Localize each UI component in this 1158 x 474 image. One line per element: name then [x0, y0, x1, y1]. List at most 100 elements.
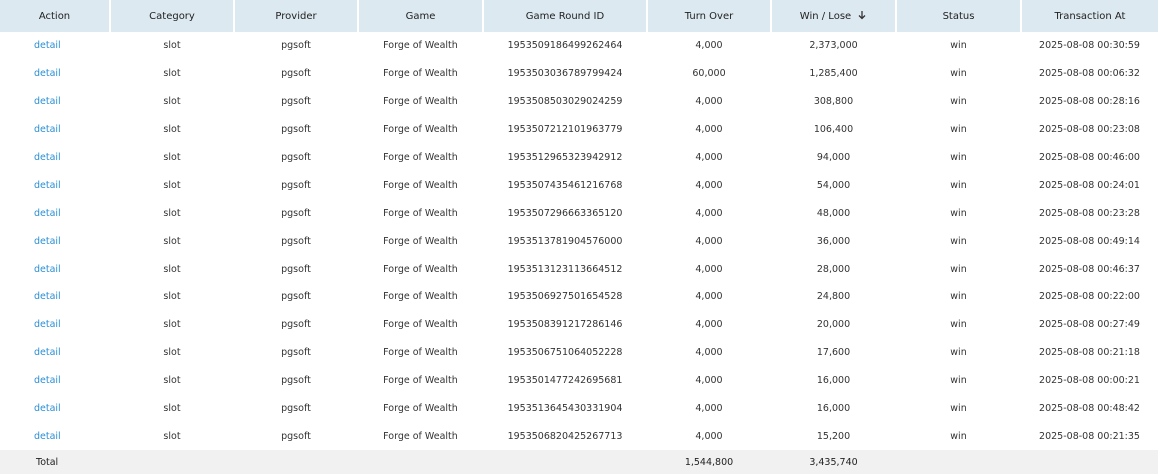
cell-transaction-at: 2025-08-08 00:28:16 [1039, 96, 1140, 108]
table-row: detail slot pgsoft Forge of Wealth 195350839… [0, 311, 1158, 339]
cell-action: detail [0, 422, 110, 450]
detail-link[interactable]: detail [34, 68, 61, 79]
detail-link[interactable]: detail [34, 431, 61, 442]
cell-turn-over: 4,000 [695, 124, 723, 136]
cell-transaction-at: 2025-08-08 00:30:59 [1039, 40, 1140, 52]
cell-action: detail [0, 116, 110, 144]
column-header-turn-over[interactable]: Turn Over [647, 0, 772, 32]
cell-round-id: 1953509186499262464 [507, 40, 623, 52]
cell-transaction-at: 2025-08-08 00:06:32 [1039, 68, 1140, 80]
detail-link[interactable]: detail [34, 180, 61, 191]
cell-game: Forge of Wealth [383, 152, 458, 163]
detail-link[interactable]: detail [34, 124, 61, 135]
cell-game: Forge of Wealth [383, 207, 458, 219]
detail-link[interactable]: detail [34, 347, 61, 358]
cell-provider: pgsoft [281, 207, 311, 219]
cell-provider: pgsoft [281, 40, 311, 52]
table-row: detail slot pgsoft Forge of Wealth 195350729… [0, 199, 1158, 227]
cell-provider: pgsoft [281, 235, 311, 247]
column-header-category[interactable]: Category [110, 0, 235, 32]
cell-win-lose: 20,000 [816, 319, 851, 331]
detail-link[interactable]: detail [34, 40, 61, 51]
detail-link[interactable]: detail [34, 403, 61, 414]
cell-transaction-at: 2025-08-08 00:21:18 [1039, 347, 1140, 359]
table-row: detail slot pgsoft Forge of Wealth 195350675… [0, 339, 1158, 367]
cell-turn-over: 4,000 [695, 179, 723, 191]
cell-win-lose: 1,285,400 [809, 68, 858, 80]
cell-action: detail [0, 199, 110, 227]
arrow-down-icon[interactable] [857, 10, 867, 20]
cell-turn-over: 4,000 [695, 403, 723, 415]
cell-turn-over: 4,000 [695, 40, 723, 52]
table-row: detail slot pgsoft Forge of Wealth 195350147… [0, 367, 1158, 395]
cell-game: Forge of Wealth [383, 235, 458, 247]
cell-game: Forge of Wealth [383, 179, 458, 191]
cell-action: detail [0, 144, 110, 172]
cell-round-id: 1953513645430331904 [507, 403, 623, 415]
cell-status: win [950, 152, 967, 163]
cell-win-lose: 24,800 [816, 291, 851, 303]
column-header-round-id[interactable]: Game Round ID [483, 0, 648, 32]
table-row: detail slot pgsoft Forge of Wealth 195351296… [0, 144, 1158, 172]
cell-provider: pgsoft [281, 375, 311, 387]
cell-game: Forge of Wealth [383, 263, 458, 275]
table-body: detail slot pgsoft Forge of Wealth 195350918… [0, 32, 1158, 450]
cell-transaction-at: 2025-08-08 00:46:00 [1039, 152, 1140, 163]
cell-turn-over: 4,000 [695, 96, 723, 108]
total-row: Total 1,544,800 3,435,740 [0, 450, 1158, 474]
cell-status: win [950, 40, 967, 52]
cell-turn-over: 4,000 [695, 430, 723, 442]
cell-category: slot [163, 68, 181, 80]
cell-transaction-at: 2025-08-08 00:48:42 [1039, 403, 1140, 415]
cell-category: slot [163, 347, 181, 359]
cell-status: win [950, 68, 967, 80]
detail-link[interactable]: detail [34, 152, 61, 163]
detail-link[interactable]: detail [34, 264, 61, 275]
cell-provider: pgsoft [281, 179, 311, 191]
table-row: detail slot pgsoft Forge of Wealth 195350682… [0, 422, 1158, 450]
cell-round-id: 1953507296663365120 [507, 207, 623, 219]
cell-win-lose: 28,000 [816, 263, 851, 275]
cell-status: win [950, 235, 967, 247]
table-row: detail slot pgsoft Forge of Wealth 195351364… [0, 395, 1158, 423]
detail-link[interactable]: detail [34, 319, 61, 330]
cell-transaction-at: 2025-08-08 00:49:14 [1039, 235, 1140, 247]
detail-link[interactable]: detail [34, 208, 61, 219]
cell-status: win [950, 124, 967, 136]
cell-status: win [950, 430, 967, 442]
cell-category: slot [163, 291, 181, 303]
cell-status: win [950, 347, 967, 359]
cell-status: win [950, 263, 967, 275]
table-row: detail slot pgsoft Forge of Wealth 195350303… [0, 60, 1158, 88]
detail-link[interactable]: detail [34, 96, 61, 107]
detail-link[interactable]: detail [34, 236, 61, 247]
cell-win-lose: 16,000 [816, 375, 851, 387]
column-header-game[interactable]: Game [358, 0, 484, 32]
cell-round-id: 1953507435461216768 [507, 179, 623, 191]
cell-category: slot [163, 207, 181, 219]
cell-action: detail [0, 283, 110, 311]
column-header-win-lose[interactable]: Win / Lose [771, 0, 897, 32]
cell-turn-over: 60,000 [692, 68, 726, 80]
cell-provider: pgsoft [281, 403, 311, 415]
column-header-status[interactable]: Status [896, 0, 1022, 32]
cell-category: slot [163, 375, 181, 387]
detail-link[interactable]: detail [34, 375, 61, 386]
cell-action: detail [0, 227, 110, 255]
cell-win-lose: 16,000 [816, 403, 851, 415]
cell-action: detail [0, 395, 110, 423]
column-header-transaction-at[interactable]: Transaction At [1021, 0, 1158, 32]
detail-link[interactable]: detail [34, 291, 61, 302]
cell-action: detail [0, 311, 110, 339]
cell-provider: pgsoft [281, 291, 311, 303]
cell-action: detail [0, 339, 110, 367]
cell-turn-over: 4,000 [695, 235, 723, 247]
cell-category: slot [163, 403, 181, 415]
cell-turn-over: 4,000 [695, 375, 723, 387]
cell-win-lose: 17,600 [816, 347, 851, 359]
cell-action: detail [0, 88, 110, 116]
column-header-provider[interactable]: Provider [234, 0, 359, 32]
cell-round-id: 1953507212101963779 [507, 124, 623, 136]
cell-category: slot [163, 40, 181, 52]
cell-round-id: 1953513781904576000 [507, 235, 623, 247]
